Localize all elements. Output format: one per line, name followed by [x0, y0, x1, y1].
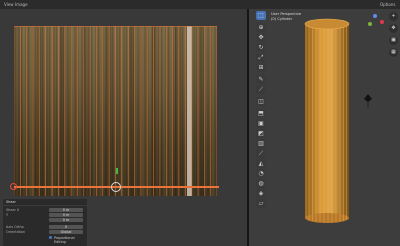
measure-icon[interactable]: ⟋	[256, 85, 266, 94]
perspective-toggle-icon[interactable]: ▦	[389, 48, 398, 57]
cylinder-mesh[interactable]	[304, 18, 350, 224]
orientation-dropdown[interactable]: Global	[49, 230, 83, 234]
viewport-object-text: (0) Cylinder	[271, 17, 293, 21]
shear-y-field[interactable]: 0 m	[49, 213, 83, 217]
select-box-icon[interactable]: ⬚	[256, 11, 266, 20]
rotate-icon[interactable]: ↻	[256, 43, 266, 52]
inset-icon[interactable]: ▣	[256, 119, 266, 128]
gizmo-y-icon[interactable]	[368, 22, 372, 26]
zoom-icon[interactable]: +	[389, 12, 398, 21]
axis-ortho-label: Axis Ortho	[6, 225, 24, 229]
loopcut-icon[interactable]: ▥	[256, 139, 266, 148]
scale-icon[interactable]: ⤢	[256, 53, 266, 62]
shear-x-field[interactable]: 0 m	[49, 208, 83, 212]
proportional-editing-checkbox[interactable]	[49, 236, 52, 239]
orientation-label: Orientation	[6, 230, 26, 234]
shear-y-label: Y	[6, 213, 9, 217]
proportional-editing-label: Proportional Editing	[54, 235, 75, 244]
tool-shelf: ⬚ ⊕ ✥ ↻ ⤢ ⊞ ✎ ⟋ ◫ ⬒ ▣ ◩ ▥ ⟋ ◭ ◔ ◍ ◈ ▱	[256, 11, 268, 208]
gizmo-z-icon[interactable]	[373, 14, 377, 18]
shear-z-field[interactable]: 0 m	[49, 218, 83, 222]
uv-editor[interactable]: Shear Shear X 0 m Y 0 m 0 m Axis Ortho X…	[0, 9, 247, 246]
camera-view-icon[interactable]: ▣	[389, 36, 398, 45]
light-object-icon[interactable]	[364, 94, 372, 108]
shrink-icon[interactable]: ◈	[256, 189, 266, 198]
uv-active-vertex-marker	[116, 168, 118, 174]
annotate-icon[interactable]: ✎	[256, 75, 266, 84]
add-cube-icon[interactable]: ◫	[256, 97, 266, 106]
knife-icon[interactable]: ⟋	[256, 149, 266, 158]
smooth-icon[interactable]: ◍	[256, 179, 266, 188]
menu-options[interactable]: Options	[380, 0, 395, 9]
top-menu-bar: View Image Options	[0, 0, 400, 9]
extrude-icon[interactable]: ⬒	[256, 109, 266, 118]
shear-icon[interactable]: ▱	[256, 199, 266, 208]
bevel-icon[interactable]: ◩	[256, 129, 266, 138]
operator-panel-title[interactable]: Shear	[3, 199, 87, 206]
spin-icon[interactable]: ◔	[256, 169, 266, 178]
uv-origin-icon	[10, 183, 17, 190]
transform-icon[interactable]: ⊞	[256, 63, 266, 72]
pan-icon[interactable]: ✥	[389, 24, 398, 33]
menu-view[interactable]: View	[4, 0, 14, 9]
axis-ortho-field[interactable]: X	[49, 225, 83, 229]
2d-cursor-icon[interactable]	[111, 182, 121, 192]
shear-x-label: Shear X	[6, 208, 20, 212]
menu-image[interactable]: Image	[15, 0, 28, 9]
operator-panel[interactable]: Shear Shear X 0 m Y 0 m 0 m Axis Ortho X…	[2, 198, 88, 246]
cursor-icon[interactable]: ⊕	[256, 23, 266, 32]
viewport-info: User Perspective (0) Cylinder	[271, 12, 301, 22]
polybuild-icon[interactable]: ◭	[256, 159, 266, 168]
gizmo-x-icon[interactable]	[380, 20, 384, 24]
move-icon[interactable]: ✥	[256, 33, 266, 42]
